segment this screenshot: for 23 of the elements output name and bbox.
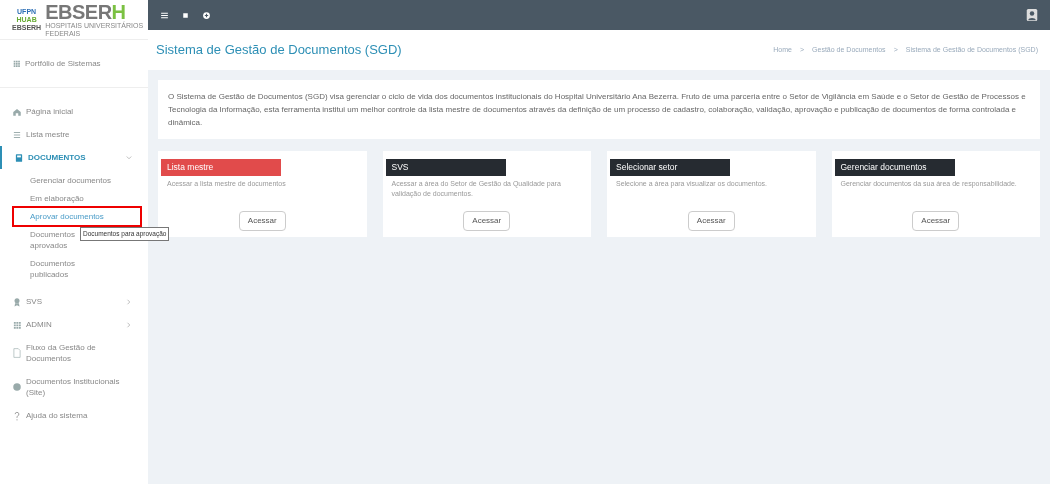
sidebar-item[interactable]: Fluxo da Gestão de Documentos [0,336,148,370]
submenu-item[interactable]: Em elaboração [30,191,84,206]
sidebar-item[interactable]: DOCUMENTOS [0,146,148,169]
page-title: Sistema de Gestão de Documentos (SGD) [156,41,402,60]
card-title: SVS [385,159,506,176]
sidebar-item[interactable]: ADMIN [0,313,148,336]
sidebar-item[interactable]: Ajuda do sistema [0,404,148,427]
intro-paragraph: O Sistema de Gestão de Documentos (SGD) visa gerenciar o ciclo de vida dos documentos institucionais do Hospital Universitário Ana Bezerra. Fruto de uma parceria entre o Setor de Vigilância em Saúde e o Setor de Gestão de Processos e Tecnologia da Informação, esta ferramenta institui um melhor controle da lista mestre de documentos através da definição de um processo de cadastro, colaboração, validação, aprovação e publicação de documentos de forma controlada e dinâmica. [158,80,1040,139]
card-title: Gerenciar documentos [834,159,955,176]
access-button[interactable]: Acessar [687,211,735,231]
access-button[interactable]: Acessar [912,211,960,231]
access-button[interactable]: Acessar [463,211,511,231]
logo-wordmark: EBSERH [45,1,126,22]
submenu-item[interactable]: Gerenciar documentos [30,173,111,188]
card-title: Lista mestre [161,159,281,176]
sidebar-item[interactable]: Documentos Institucionais (Site) [0,370,148,404]
card-title: Selecionar setor [610,159,730,176]
sidebar-item[interactable]: Lista mestre [0,123,148,146]
submenu-item[interactable]: Aprovar documentos [30,209,104,224]
submenu-item[interactable]: Documentos publicados [30,256,113,282]
access-button[interactable]: Acessar [238,211,286,231]
sidebar-item[interactable]: SVS [0,290,148,313]
sidebar-item[interactable]: Página inicial [0,100,148,123]
